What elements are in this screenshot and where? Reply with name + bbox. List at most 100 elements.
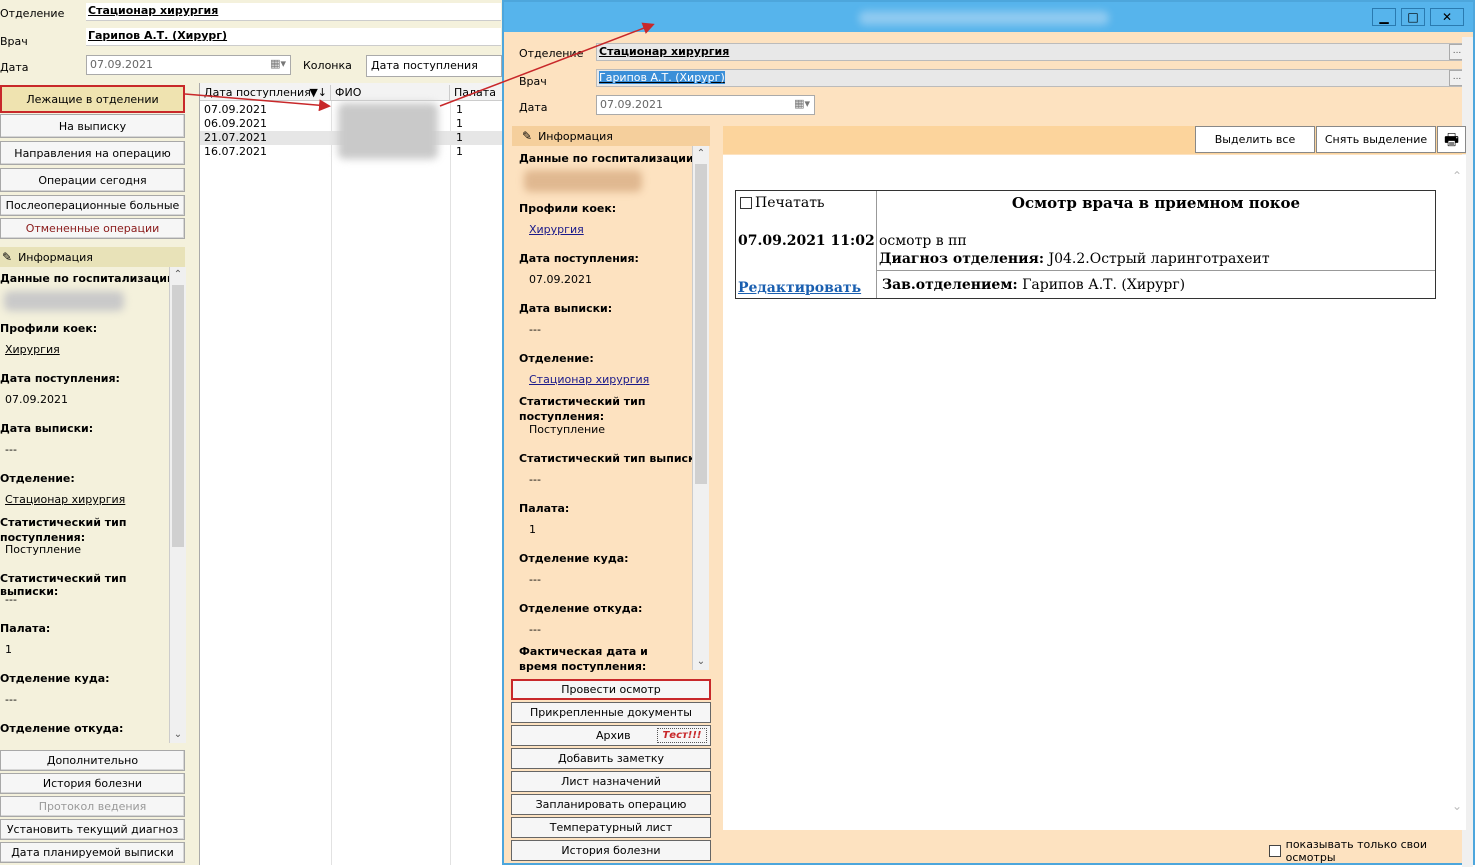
profiles-link[interactable]: Хирургия (5, 343, 60, 356)
to-dept-heading: Отделение куда: (0, 672, 110, 685)
stat-in-value: Поступление (5, 543, 82, 556)
btn-additional[interactable]: Дополнительно (0, 750, 185, 771)
row-ward: 1 (456, 145, 463, 158)
btn-attached-docs[interactable]: Прикрепленные документы (511, 702, 711, 723)
blurred-title (859, 11, 1109, 25)
scroll-down-icon[interactable]: ⌄ (693, 654, 709, 670)
btn-medical-history[interactable]: История болезни (0, 773, 185, 794)
checkbox-icon[interactable] (740, 197, 752, 209)
patients-grid[interactable]: Дата поступления ▼↓ ФИО Палата 07.09.2021… (199, 83, 503, 865)
dlg-data-label: Дата (519, 101, 548, 114)
sort-filter-icon[interactable]: ▼↓ (309, 85, 327, 101)
col-header-date-label: Дата поступления (204, 86, 311, 99)
btn-archive[interactable]: Архив Тест!!! (511, 725, 711, 746)
dlg-info-header[interactable]: ✎ Информация (512, 126, 710, 146)
head-value: Гарипов А.Т. (Хирург) (1022, 277, 1186, 293)
stat-out-value: --- (5, 593, 17, 606)
calendar-icon[interactable]: ▦▾ (270, 57, 286, 70)
to-dept-value: --- (5, 693, 17, 706)
dlg-from-dept-value: --- (529, 623, 541, 636)
dialog-titlebar[interactable]: ▁ □ ✕ (504, 2, 1473, 32)
print-label: Печатать (755, 195, 825, 211)
dlg-info-title: Информация (538, 129, 613, 143)
dlg-discharge-value: --- (529, 323, 541, 336)
dlg-dept-link[interactable]: Стационар хирургия (529, 373, 649, 386)
btn-schedule-surgery[interactable]: Запланировать операцию (511, 794, 711, 815)
nav-surgery-referrals[interactable]: Направления на операцию (0, 141, 185, 165)
notepad-icon: ✎ (522, 129, 533, 143)
dlg-otdelenie-field[interactable]: Стационар хирургия (596, 43, 1467, 61)
dlg-vrach-field[interactable]: Гарипов А.Т. (Хирург) (596, 69, 1467, 87)
btn-medical-history[interactable]: История болезни (511, 840, 711, 861)
dlg-date-picker[interactable]: 07.09.2021 ▦▾ (596, 95, 815, 115)
scroll-up-icon[interactable]: ⌃ (693, 146, 709, 162)
admit-heading: Дата поступления: (0, 372, 120, 385)
kolonka-select[interactable]: Дата поступления (366, 55, 502, 77)
scroll-thumb[interactable] (172, 285, 184, 547)
discharge-value: --- (5, 443, 17, 456)
info-scrollbar[interactable]: ⌃ ⌄ (169, 267, 186, 743)
close-icon[interactable]: ✕ (1430, 8, 1464, 26)
info-panel: Данные по госпитализации: Профили коек: … (0, 267, 186, 743)
row-ward: 1 (456, 131, 463, 144)
date-picker[interactable]: 07.09.2021 ▦▾ (86, 55, 291, 75)
nav-to-discharge[interactable]: На выписку (0, 114, 185, 138)
calendar-icon[interactable]: ▦▾ (794, 97, 810, 110)
diag-label: Диагноз отделения: (879, 251, 1045, 267)
archive-label: Архив (596, 729, 631, 742)
row-date: 07.09.2021 (204, 103, 267, 116)
btn-temperature-sheet[interactable]: Температурный лист (511, 817, 711, 838)
btn-conduct-exam[interactable]: Провести осмотр (511, 679, 711, 700)
col-header-fio[interactable]: ФИО (331, 85, 450, 101)
dlg-info-scrollbar[interactable]: ⌃ ⌄ (692, 146, 709, 670)
select-all-button[interactable]: Выделить все (1195, 126, 1315, 153)
vrach-label: Врач (0, 35, 28, 48)
blurred-fio (338, 103, 438, 159)
col-header-date[interactable]: Дата поступления ▼↓ (200, 85, 331, 101)
col-header-ward[interactable]: Палата (450, 85, 503, 101)
maximize-icon[interactable]: □ (1401, 8, 1425, 26)
btn-set-diagnosis[interactable]: Установить текущий диагноз (0, 819, 185, 840)
nav-surgeries-today[interactable]: Операции сегодня (0, 168, 185, 192)
head-of-dept: Зав.отделением: Гарипов А.Т. (Хирург) (882, 277, 1185, 293)
exam-datetime: 07.09.2021 11:02 (738, 233, 875, 249)
nav-cancelled-surgeries[interactable]: Отмененные операции (0, 218, 185, 239)
card-divider (877, 270, 1435, 271)
nav-lying-in-department[interactable]: Лежащие в отделении (0, 85, 185, 113)
nav-postop-patients[interactable]: Послеоперационные больные (0, 195, 185, 216)
scroll-thumb[interactable] (695, 164, 707, 484)
info-panel-header[interactable]: ✎ Информация (0, 247, 185, 267)
scroll-up-icon[interactable]: ⌃ (170, 267, 186, 283)
date-value: 07.09.2021 (90, 58, 153, 71)
scroll-down-icon[interactable]: ⌄ (170, 727, 186, 743)
doc-scroll-up-icon[interactable]: ⌃ (1452, 169, 1462, 183)
edit-link[interactable]: Редактировать (738, 280, 861, 296)
row-date: 16.07.2021 (204, 145, 267, 158)
row-date: 21.07.2021 (204, 131, 267, 144)
dlg-stat-in-heading: Статистический тип поступления: (519, 395, 646, 423)
hosp-heading: Данные по госпитализации: (0, 272, 180, 285)
col-divider (450, 101, 451, 865)
admit-value: 07.09.2021 (5, 393, 68, 406)
dlg-hosp-heading: Данные по госпитализации: (519, 152, 699, 165)
btn-prescriptions[interactable]: Лист назначений (511, 771, 711, 792)
vrach-field[interactable]: Гарипов А.Т. (Хирург) (86, 28, 501, 46)
printer-icon[interactable]: 🖶 (1437, 126, 1466, 153)
minimize-icon[interactable]: ▁ (1372, 8, 1396, 26)
dlg-profiles-link[interactable]: Хирургия (529, 223, 584, 236)
profiles-heading: Профили коек: (0, 322, 98, 335)
btn-planned-discharge[interactable]: Дата планируемой выписки (0, 842, 185, 863)
deselect-button[interactable]: Снять выделение (1316, 126, 1436, 153)
checkbox-icon[interactable] (1269, 845, 1281, 857)
row-ward: 1 (456, 103, 463, 116)
head-label: Зав.отделением: (882, 277, 1018, 293)
doc-scroll-down-icon[interactable]: ⌄ (1452, 799, 1462, 813)
btn-protocol[interactable]: Протокол ведения (0, 796, 185, 817)
show-own-label: показывать только свои осмотры (1285, 838, 1428, 864)
show-own-checkbox[interactable]: показывать только свои осмотры (1269, 838, 1473, 864)
print-checkbox[interactable]: Печатать (740, 195, 825, 211)
otdelenie-field[interactable]: Стационар хирургия (86, 3, 501, 21)
btn-add-note[interactable]: Добавить заметку (511, 748, 711, 769)
dept-link[interactable]: Стационар хирургия (5, 493, 125, 506)
dlg-fact-heading: Фактическая дата и время поступления: (519, 645, 648, 673)
